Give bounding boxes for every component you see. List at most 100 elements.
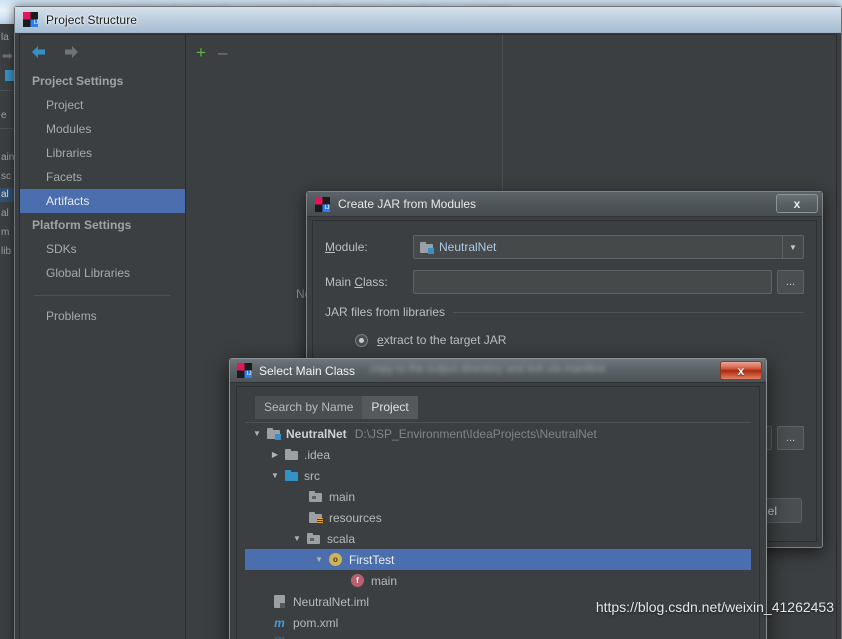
- project-structure-titlebar[interactable]: IJ Project Structure: [15, 7, 841, 33]
- project-structure-title: Project Structure: [46, 12, 138, 27]
- main-class-label: Main Class:: [325, 275, 388, 289]
- table-row[interactable]: m pom.xml: [245, 612, 751, 633]
- module-row: Module: NeutralNet ▼: [325, 235, 804, 259]
- bg-left-arrow-icon: ➡: [2, 48, 13, 63]
- module-label: Module:: [325, 240, 368, 254]
- expand-twisty-icon[interactable]: ▼: [289, 528, 305, 549]
- chevron-down-icon[interactable]: ▼: [782, 236, 803, 258]
- tree-label: pom.xml: [293, 615, 339, 630]
- tree-label: scala: [327, 531, 356, 546]
- intellij-logo-icon: IJ: [315, 196, 330, 212]
- table-row[interactable]: f main: [245, 570, 751, 591]
- expand-twisty-icon[interactable]: ▼: [267, 465, 283, 486]
- tree-path: D:\JSP_Environment\IdeaProjects\NeutralN…: [354, 426, 597, 441]
- expand-twisty-icon[interactable]: ▼: [311, 549, 327, 570]
- table-row[interactable]: ▼ NeutralNet D:\JSP_Environment\IdeaProj…: [245, 423, 751, 444]
- select-main-class-dialog: IJ Select Main Class copy to the output …: [229, 358, 767, 639]
- sidebar-item-artifacts[interactable]: Artifacts: [20, 189, 185, 213]
- artifacts-toolbar: + –: [186, 35, 836, 69]
- back-arrow-icon[interactable]: [30, 43, 48, 61]
- bg-left-frag-7: m: [1, 227, 10, 238]
- module-value: NeutralNet: [439, 240, 497, 254]
- select-main-class-titlebar[interactable]: IJ Select Main Class copy to the output …: [230, 359, 766, 383]
- watermark-url: https://blog.csdn.net/weixin_41262453: [595, 599, 834, 615]
- create-jar-title: Create JAR from Modules: [338, 197, 477, 211]
- tree-label: NeutralNet.iml: [293, 594, 370, 609]
- bg-left-frag-8: lib: [1, 246, 12, 257]
- folder-icon: [283, 449, 300, 460]
- project-structure-sidebar: Project Settings Project Modules Librari…: [20, 35, 186, 639]
- remove-artifact-icon[interactable]: –: [218, 44, 227, 61]
- sidebar-item-modules[interactable]: Modules: [20, 117, 185, 141]
- jar-lower-browse-button[interactable]: ...: [777, 426, 804, 450]
- sidebar-group-platform-settings: Platform Settings: [32, 218, 132, 232]
- module-folder-icon: [420, 241, 434, 254]
- bg-left-frag-1: la: [1, 32, 9, 43]
- bg-left-frag-6: al: [1, 208, 9, 219]
- section-rule: [453, 311, 804, 313]
- svg-text:IJ: IJ: [246, 370, 251, 377]
- bg-left-frag-3: ain: [1, 152, 15, 163]
- table-row[interactable]: resources: [245, 507, 751, 528]
- table-row[interactable]: ▶ .idea: [245, 444, 751, 465]
- tab-project[interactable]: Project: [362, 396, 418, 419]
- expand-twisty-icon[interactable]: ▼: [249, 423, 265, 444]
- select-main-class-close-button[interactable]: x: [720, 361, 762, 380]
- table-row[interactable]: ▼ o FirstTest: [245, 549, 751, 570]
- tree-label: main: [329, 489, 356, 504]
- sidebar-item-global-libraries[interactable]: Global Libraries: [20, 261, 185, 285]
- sidebar-item-project[interactable]: Project: [20, 93, 185, 117]
- select-main-class-title-blurred-text: copy to the output directory and link vi…: [370, 363, 606, 375]
- table-row[interactable]: ▼ src: [245, 465, 751, 486]
- intellij-logo-icon: IJ: [237, 363, 252, 378]
- tree-label: resources: [329, 510, 382, 525]
- tree-label: FirstTest: [349, 552, 395, 567]
- module-combobox[interactable]: NeutralNet ▼: [413, 235, 804, 259]
- extract-radio-row[interactable]: extract to the target JAR: [325, 323, 804, 347]
- tree-label: .idea: [304, 447, 331, 462]
- expand-twisty-icon[interactable]: ▶: [267, 444, 283, 465]
- create-jar-close-button[interactable]: x: [776, 194, 818, 213]
- forward-arrow-icon[interactable]: [62, 43, 80, 61]
- tree-label-partial: [293, 633, 296, 639]
- intellij-logo-icon: IJ: [23, 12, 38, 27]
- sidebar-item-sdks[interactable]: SDKs: [20, 237, 185, 261]
- sidebar-divider: [34, 295, 171, 296]
- iml-file-icon: [271, 595, 288, 608]
- add-artifact-icon[interactable]: +: [196, 44, 206, 61]
- table-row[interactable]: ▼ scala: [245, 528, 751, 549]
- tree-label: main: [371, 573, 398, 588]
- source-folder-icon: [283, 470, 300, 481]
- table-row[interactable]: main: [245, 486, 751, 507]
- extract-radio-label: extract to the target JAR: [377, 333, 507, 347]
- jar-libraries-section-label: JAR files from libraries: [325, 305, 446, 319]
- jar-libraries-section-title: JAR files from libraries: [325, 305, 804, 319]
- main-class-row: Main Class: ...: [325, 270, 804, 294]
- svg-text:IJ: IJ: [33, 19, 38, 26]
- create-jar-titlebar[interactable]: IJ Create JAR from Modules x: [307, 192, 822, 217]
- function-icon: f: [349, 574, 366, 587]
- sidebar-item-facets[interactable]: Facets: [20, 165, 185, 189]
- bg-left-frag-4: sc: [1, 171, 11, 182]
- sidebar-nav-arrows: [20, 35, 185, 69]
- bg-left-frag-5: al: [1, 189, 9, 200]
- tab-search-by-name[interactable]: Search by Name: [255, 396, 363, 419]
- sidebar-group-project-settings: Project Settings: [32, 74, 124, 88]
- main-class-input[interactable]: [413, 270, 772, 294]
- tree-label: NeutralNet: [286, 426, 347, 441]
- bg-left-frag-2: e: [1, 110, 7, 121]
- select-main-class-tabs: Search by Name Project: [245, 395, 751, 419]
- package-folder-icon: [307, 491, 324, 502]
- extract-radio-button[interactable]: [355, 333, 368, 347]
- tree-label: src: [304, 468, 320, 483]
- module-folder-icon: [265, 428, 282, 440]
- resources-folder-icon: [307, 512, 324, 524]
- screen-root: modules in the classpath src and Manifes…: [0, 0, 842, 639]
- sidebar-item-problems[interactable]: Problems: [20, 304, 185, 328]
- svg-text:IJ: IJ: [324, 204, 329, 211]
- sidebar-item-libraries[interactable]: Libraries: [20, 141, 185, 165]
- table-row-partial[interactable]: m: [245, 633, 751, 639]
- main-class-browse-button[interactable]: ...: [777, 270, 804, 294]
- select-main-class-title: Select Main Class: [259, 363, 356, 378]
- package-folder-icon: [305, 533, 322, 544]
